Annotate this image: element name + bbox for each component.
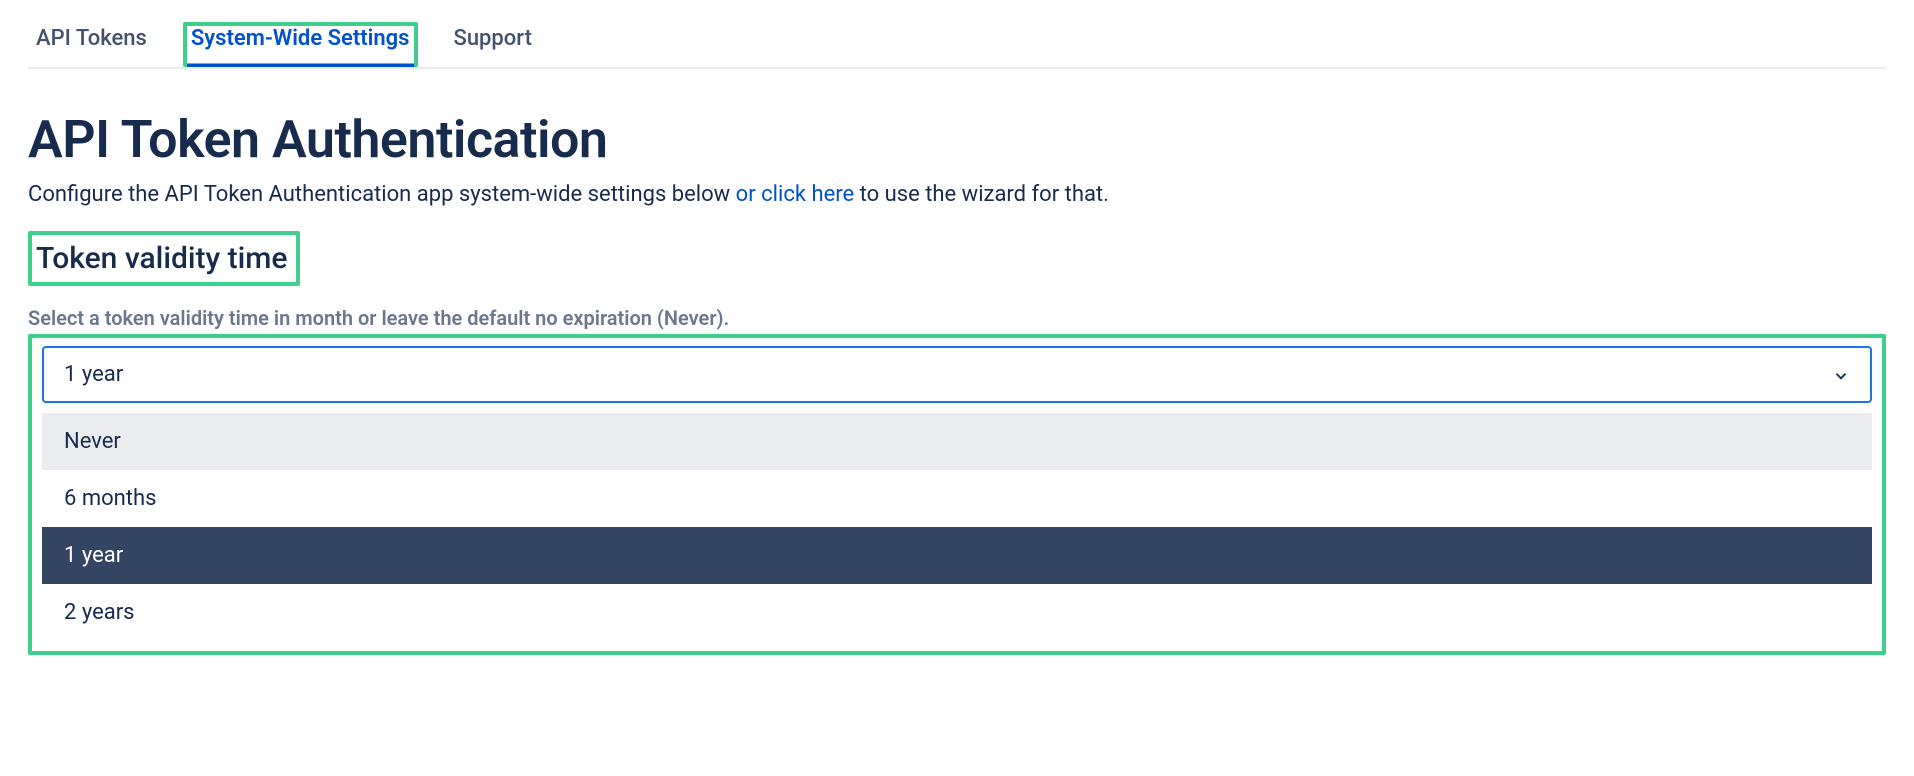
chevron-down-icon: [1832, 366, 1850, 384]
section-heading-token-validity: Token validity time: [28, 231, 300, 286]
helper-text: Select a token validity time in month or…: [28, 306, 1886, 330]
option-1-year[interactable]: 1 year: [42, 527, 1872, 584]
token-validity-options: Never 6 months 1 year 2 years: [42, 413, 1872, 641]
tab-system-wide-settings[interactable]: System-Wide Settings: [183, 22, 418, 67]
tab-support[interactable]: Support: [446, 22, 540, 67]
wizard-link[interactable]: or click here: [736, 182, 855, 207]
tab-api-tokens[interactable]: API Tokens: [28, 22, 155, 67]
tabs-nav: API Tokens System-Wide Settings Support: [28, 0, 1886, 69]
subtitle-suffix: to use the wizard for that.: [854, 182, 1109, 207]
token-validity-selected-value: 1 year: [64, 362, 123, 387]
token-validity-select-container: 1 year Never 6 months 1 year 2 years: [28, 334, 1886, 655]
page-title: API Token Authentication: [28, 109, 1886, 170]
option-6-months[interactable]: 6 months: [42, 470, 1872, 527]
subtitle-prefix: Configure the API Token Authentication a…: [28, 182, 736, 207]
option-2-years[interactable]: 2 years: [42, 584, 1872, 641]
page-subtitle: Configure the API Token Authentication a…: [28, 182, 1886, 207]
token-validity-select[interactable]: 1 year: [42, 346, 1872, 403]
option-never[interactable]: Never: [42, 413, 1872, 470]
